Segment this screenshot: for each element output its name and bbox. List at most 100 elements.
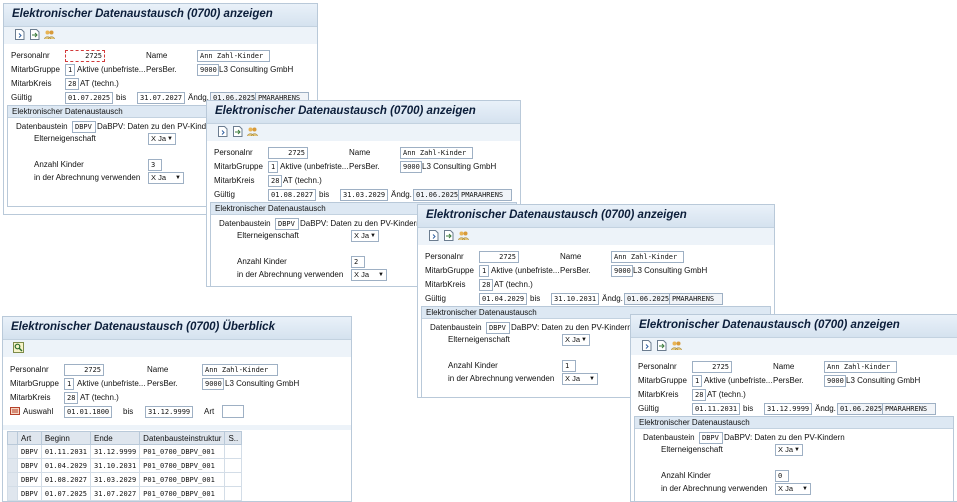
label-mitarbgruppe: MitarbGruppe xyxy=(214,162,263,171)
col-struktur[interactable]: Datenbausteinstruktur xyxy=(139,431,226,445)
label-aendg: Ändg. xyxy=(815,404,836,413)
label-persber: PersBer. xyxy=(146,65,177,74)
overview-people-icon[interactable] xyxy=(44,29,55,40)
copy-entry-icon[interactable] xyxy=(232,126,243,137)
chevron-down-icon: ▼ xyxy=(802,486,808,492)
gruppe-code-field[interactable]: 1 xyxy=(479,265,489,277)
row-selector[interactable] xyxy=(7,444,18,459)
overview-people-icon[interactable] xyxy=(247,126,258,137)
persber-code-field[interactable]: 9000 xyxy=(611,265,633,277)
overview-people-icon[interactable] xyxy=(458,230,469,241)
col-s[interactable]: S.. xyxy=(224,431,243,445)
detail-titlebar: Elektronischer Datenaustausch (0700) anz… xyxy=(418,205,774,228)
label-personalnr: Personalnr xyxy=(214,148,253,157)
new-entry-icon[interactable] xyxy=(641,340,652,351)
valid-to-field[interactable]: 31.10.2031 xyxy=(551,293,599,305)
copy-entry-icon[interactable] xyxy=(443,230,454,241)
elterneigenschaft-dropdown[interactable]: X Ja ▼ xyxy=(351,230,379,242)
select-detail-icon[interactable] xyxy=(13,342,24,353)
select-all-cell[interactable] xyxy=(7,431,18,445)
personalnr-field[interactable]: 2725 xyxy=(692,361,732,373)
abrechnung-dropdown[interactable]: X Ja ▼ xyxy=(148,172,184,184)
row-selector[interactable] xyxy=(7,472,18,487)
elterneigenschaft-dropdown[interactable]: X Ja ▼ xyxy=(562,334,590,346)
personalnr-field[interactable]: 2725 xyxy=(479,251,519,263)
datenbaustein-text: DaBPV: Daten zu den PV-Kindern xyxy=(724,433,845,442)
persber-code-field[interactable]: 9000 xyxy=(197,64,219,76)
anzahl-kinder-field[interactable]: 1 xyxy=(562,360,576,372)
table-row[interactable]: DBPV 01.08.2027 31.03.2029 P01_0700_DBPV… xyxy=(7,472,243,487)
changed-by-field: PMARAHRENS xyxy=(458,189,512,201)
label-gueltig: Gültig xyxy=(214,190,235,199)
persber-code-field[interactable]: 9000 xyxy=(202,378,224,390)
personalnr-field[interactable]: 2725 xyxy=(64,364,104,376)
elterneigenschaft-dropdown[interactable]: X Ja ▼ xyxy=(775,444,803,456)
cell-struktur: P01_0700_DBPV_001 xyxy=(139,472,226,487)
overview-people-icon[interactable] xyxy=(671,340,682,351)
col-ende[interactable]: Ende xyxy=(90,431,141,445)
auswahl-to-field[interactable]: 31.12.9999 xyxy=(145,406,193,418)
cell-s xyxy=(224,444,243,459)
valid-to-field[interactable]: 31.12.9999 xyxy=(764,403,812,415)
kreis-text: AT (techn.) xyxy=(80,393,119,402)
kreis-code-field[interactable]: 28 xyxy=(64,392,78,404)
datenbaustein-code-field[interactable]: DBPV xyxy=(72,121,96,133)
table-row[interactable]: DBPV 01.11.2031 31.12.9999 P01_0700_DBPV… xyxy=(7,444,243,459)
detail-toolbar xyxy=(207,124,520,141)
new-entry-icon[interactable] xyxy=(14,29,25,40)
chevron-down-icon: ▼ xyxy=(581,337,587,343)
kreis-code-field[interactable]: 28 xyxy=(65,78,79,90)
valid-from-field[interactable]: 01.04.2029 xyxy=(479,293,527,305)
overview-titlebar: Elektronischer Datenaustausch (0700) Übe… xyxy=(3,317,351,340)
label-gueltig: Gültig xyxy=(425,294,446,303)
row-selector[interactable] xyxy=(7,458,18,473)
personalnr-field[interactable]: 2725 xyxy=(268,147,308,159)
datenbaustein-text: DaBPV: Daten zu den PV-Kindern xyxy=(97,122,218,131)
gruppe-code-field[interactable]: 1 xyxy=(65,64,75,76)
row-selector[interactable] xyxy=(7,486,18,501)
label-bis: bis xyxy=(743,404,754,413)
abrechnung-dropdown[interactable]: X Ja ▼ xyxy=(562,373,598,385)
anzahl-kinder-field[interactable]: 2 xyxy=(351,256,365,268)
col-art[interactable]: Art xyxy=(17,431,42,445)
valid-from-field[interactable]: 01.07.2025 xyxy=(65,92,113,104)
name-field[interactable]: Ann Zahl-Kinder xyxy=(202,364,278,376)
datenbaustein-code-field[interactable]: DBPV xyxy=(486,322,510,334)
copy-entry-icon[interactable] xyxy=(29,29,40,40)
anzahl-kinder-field[interactable]: 0 xyxy=(775,470,789,482)
auswahl-from-field[interactable]: 01.01.1800 xyxy=(64,406,112,418)
abrechnung-dropdown[interactable]: X Ja ▼ xyxy=(775,483,811,495)
table-row[interactable]: DBPV 01.04.2029 31.10.2031 P01_0700_DBPV… xyxy=(7,458,243,473)
valid-from-field[interactable]: 01.11.2031 xyxy=(692,403,740,415)
name-field[interactable]: Ann Zahl-Kinder xyxy=(824,361,897,373)
name-field[interactable]: Ann Zahl-Kinder xyxy=(400,147,473,159)
art-field[interactable] xyxy=(222,405,244,418)
gruppe-code-field[interactable]: 1 xyxy=(268,161,278,173)
new-entry-icon[interactable] xyxy=(217,126,228,137)
detail-titlebar: Elektronischer Datenaustausch (0700) anz… xyxy=(4,4,317,27)
table-row[interactable]: DBPV 01.07.2025 31.07.2027 P01_0700_DBPV… xyxy=(7,486,243,501)
kreis-code-field[interactable]: 28 xyxy=(692,389,706,401)
new-entry-icon[interactable] xyxy=(428,230,439,241)
valid-to-field[interactable]: 31.07.2027 xyxy=(137,92,185,104)
valid-from-field[interactable]: 01.08.2027 xyxy=(268,189,316,201)
col-beginn[interactable]: Beginn xyxy=(40,431,92,445)
gruppe-code-field[interactable]: 1 xyxy=(692,375,702,387)
gruppe-code-field[interactable]: 1 xyxy=(64,378,74,390)
kreis-code-field[interactable]: 28 xyxy=(479,279,493,291)
name-field[interactable]: Ann Zahl-Kinder xyxy=(197,50,270,62)
personalnr-field-focused[interactable]: 2725 xyxy=(65,50,105,62)
datenbaustein-code-field[interactable]: DBPV xyxy=(699,432,723,444)
elterneigenschaft-dropdown[interactable]: X Ja ▼ xyxy=(148,133,176,145)
datenbaustein-code-field[interactable]: DBPV xyxy=(275,218,299,230)
abrechnung-dropdown[interactable]: X Ja ▼ xyxy=(351,269,387,281)
persber-code-field[interactable]: 9000 xyxy=(824,375,846,387)
abrechnung-value: X Ja xyxy=(354,270,370,279)
label-persber: PersBer. xyxy=(773,376,804,385)
copy-entry-icon[interactable] xyxy=(656,340,667,351)
anzahl-kinder-field[interactable]: 3 xyxy=(148,159,162,171)
name-field[interactable]: Ann Zahl-Kinder xyxy=(611,251,684,263)
kreis-code-field[interactable]: 28 xyxy=(268,175,282,187)
valid-to-field[interactable]: 31.03.2029 xyxy=(340,189,388,201)
persber-code-field[interactable]: 9000 xyxy=(400,161,422,173)
